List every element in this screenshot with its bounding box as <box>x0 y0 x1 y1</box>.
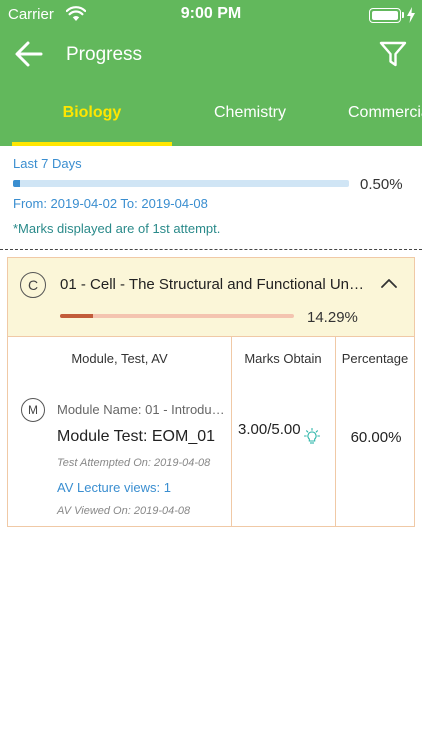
subject-tabs: Biology Chemistry Commercial <box>0 90 422 146</box>
header-module-test-av: Module, Test, AV <box>71 351 168 366</box>
dashed-divider <box>0 249 422 250</box>
filter-icon[interactable] <box>378 40 408 68</box>
av-lecture-views-link[interactable]: AV Lecture views: 1 <box>57 480 171 495</box>
chapter-progress-fill <box>60 314 94 318</box>
module-name: Module Name: 01 - Introduction <box>57 402 227 417</box>
progress-table: Module, Test, AV Marks Obtain Percentage… <box>7 337 415 527</box>
header-marks-obtain: Marks Obtain <box>244 351 322 366</box>
tab-chemistry[interactable]: Chemistry <box>172 90 328 146</box>
app-header: Carrier 9:00 PM Progress Biology Chemist… <box>0 0 422 146</box>
charging-bolt-icon <box>407 7 415 23</box>
attempt-note: *Marks displayed are of 1st attempt. <box>13 221 221 236</box>
chapter-progress-bar <box>60 314 294 318</box>
status-bar: Carrier 9:00 PM <box>0 0 422 30</box>
page-title: Progress <box>66 44 143 65</box>
lightbulb-icon[interactable] <box>304 428 320 446</box>
module-test-name: Module Test: EOM_01 <box>57 428 216 445</box>
chapter-title: 01 - Cell - The Structural and Functiona… <box>60 276 365 293</box>
status-time: 9:00 PM <box>180 5 242 22</box>
tab-commercial[interactable]: Commercial <box>348 90 422 146</box>
module-badge: M <box>21 398 45 422</box>
date-range-filter-label[interactable]: Last 7 Days <box>13 156 82 171</box>
date-range-text: From: 2019-04-02 To: 2019-04-08 <box>13 196 208 211</box>
active-tab-indicator <box>12 142 172 146</box>
chapter-card[interactable]: C 01 - Cell - The Structural and Functio… <box>7 257 415 337</box>
chevron-up-icon[interactable] <box>380 276 398 290</box>
battery-icon <box>369 8 401 23</box>
overall-progress-fill <box>13 180 20 187</box>
av-viewed-date: AV Viewed On: 2019-04-08 <box>57 505 191 517</box>
chapter-percent: 14.29% <box>307 309 358 326</box>
chapter-badge: C <box>20 272 46 298</box>
back-arrow-icon[interactable] <box>14 40 44 68</box>
overall-progress-bar <box>13 180 349 187</box>
tab-biology[interactable]: Biology <box>12 90 172 146</box>
marks-obtained: 3.00/5.00 <box>238 421 301 438</box>
test-attempted-date: Test Attempted On: 2019-04-08 <box>57 457 211 469</box>
overall-percent: 0.50% <box>360 176 403 193</box>
header-percentage: Percentage <box>341 351 409 366</box>
battery-tip <box>402 12 404 18</box>
nav-bar: Progress <box>0 32 422 76</box>
percentage-value: 60.00% <box>350 429 402 446</box>
